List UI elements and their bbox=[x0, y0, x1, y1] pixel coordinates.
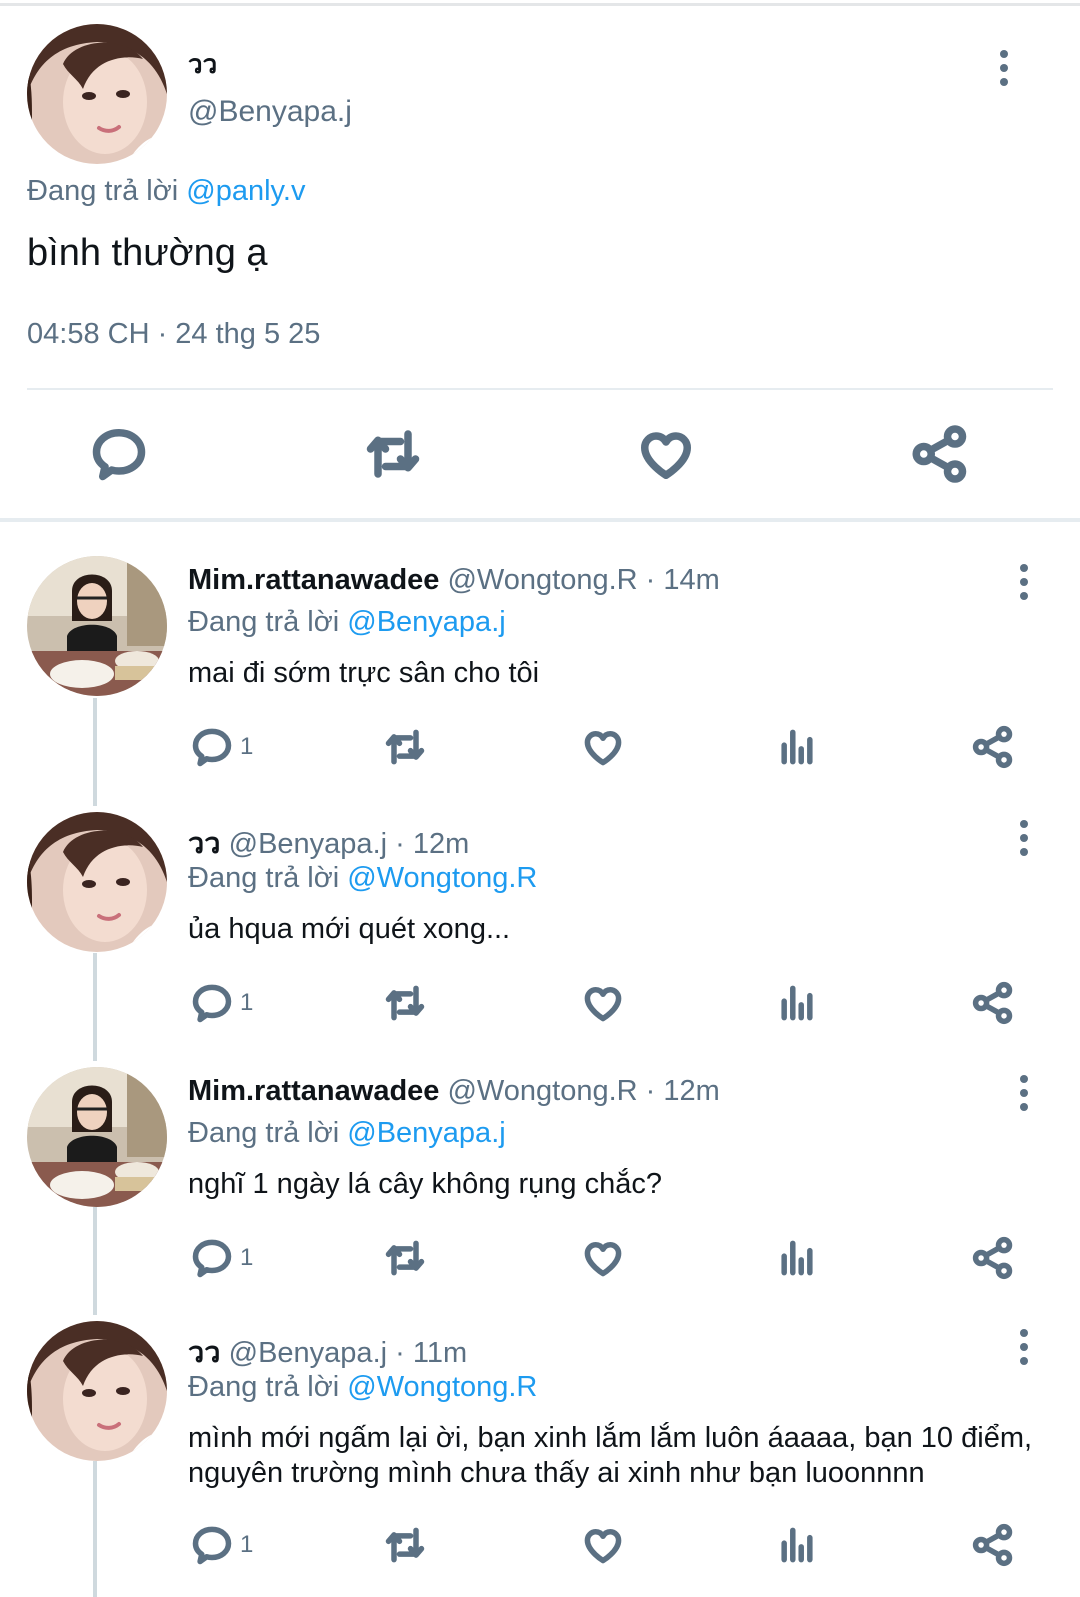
reply-count: 1 bbox=[240, 1531, 254, 1558]
replying-label: Đang trả lời bbox=[188, 1371, 340, 1403]
share-icon[interactable] bbox=[910, 424, 970, 484]
replying-to-link[interactable]: @Wongtong.R bbox=[347, 1371, 537, 1403]
tweet-time: · 14m bbox=[645, 564, 720, 596]
replying-to-link[interactable]: @Benyapa.j bbox=[347, 606, 505, 638]
author-handle[interactable]: @Benyapa.j bbox=[229, 828, 387, 860]
section-separator bbox=[0, 518, 1080, 522]
like-icon[interactable] bbox=[581, 1236, 625, 1280]
more-options-icon[interactable] bbox=[1018, 564, 1030, 600]
reply-count: 1 bbox=[240, 1244, 254, 1271]
author-display-name[interactable]: Mim.rattanawadee bbox=[188, 1075, 439, 1107]
like-icon[interactable] bbox=[581, 981, 625, 1025]
author-handle[interactable]: @Wongtong.R bbox=[447, 564, 637, 596]
reply-count: 1 bbox=[240, 989, 254, 1016]
more-options-icon[interactable] bbox=[1018, 1075, 1030, 1111]
retweet-icon[interactable] bbox=[383, 1523, 427, 1567]
replying-to: Đang trả lời @Wongtong.R bbox=[188, 862, 537, 895]
divider bbox=[27, 388, 1053, 390]
replying-label: Đang trả lời bbox=[188, 1117, 340, 1149]
reply-icon[interactable] bbox=[89, 424, 149, 484]
action-bar: 1 bbox=[0, 1523, 1080, 1573]
tweet-time: · 12m bbox=[645, 1075, 720, 1107]
views-icon[interactable] bbox=[775, 725, 819, 769]
tweet-text: mình mới ngấm lại ời, bạn xinh lắm lắm l… bbox=[188, 1422, 1033, 1489]
share-icon[interactable] bbox=[971, 1236, 1015, 1280]
like-icon[interactable] bbox=[636, 424, 696, 484]
avatar[interactable] bbox=[27, 24, 167, 164]
replying-to-link[interactable]: @Benyapa.j bbox=[347, 1117, 505, 1149]
retweet-icon[interactable] bbox=[363, 424, 423, 484]
share-icon[interactable] bbox=[971, 1523, 1015, 1567]
more-options-icon[interactable] bbox=[998, 50, 1010, 86]
author-display-name[interactable]: วว bbox=[188, 1337, 221, 1369]
replying-label: Đang trả lời bbox=[188, 862, 340, 894]
like-icon[interactable] bbox=[581, 725, 625, 769]
more-options-icon[interactable] bbox=[1018, 1329, 1030, 1365]
share-icon[interactable] bbox=[971, 725, 1015, 769]
tweet-timestamp[interactable]: 04:58 CH · 24 thg 5 25 bbox=[27, 318, 320, 351]
retweet-icon[interactable] bbox=[383, 981, 427, 1025]
avatar[interactable] bbox=[27, 1321, 167, 1461]
replying-to: Đang trả lời @Benyapa.j bbox=[188, 606, 506, 639]
tweet-time: · 11m bbox=[395, 1337, 468, 1369]
author-display-name[interactable]: วว bbox=[188, 44, 217, 85]
more-options-icon[interactable] bbox=[1018, 820, 1030, 856]
replying-to-link[interactable]: @Wongtong.R bbox=[347, 862, 537, 894]
tweet-text: nghĩ 1 ngày lá cây không rụng chắc? bbox=[188, 1168, 662, 1200]
like-icon[interactable] bbox=[581, 1523, 625, 1567]
action-bar: 1 bbox=[0, 725, 1080, 775]
author-display-name[interactable]: Mim.rattanawadee bbox=[188, 564, 439, 596]
tweet-text: bình thường ạ bbox=[27, 232, 268, 274]
reply-icon[interactable] bbox=[190, 725, 234, 769]
reply-count: 1 bbox=[240, 733, 254, 760]
retweet-icon[interactable] bbox=[383, 1236, 427, 1280]
views-icon[interactable] bbox=[775, 1523, 819, 1567]
author-display-name[interactable]: วว bbox=[188, 828, 221, 860]
avatar[interactable] bbox=[27, 812, 167, 952]
replying-to: Đang trả lời @Benyapa.j bbox=[188, 1117, 506, 1150]
reply-icon[interactable] bbox=[190, 1523, 234, 1567]
tweet-time: · 12m bbox=[395, 828, 470, 860]
avatar[interactable] bbox=[27, 1067, 167, 1207]
author-handle[interactable]: @Benyapa.j bbox=[229, 1337, 387, 1369]
replying-to-link[interactable]: @panly.v bbox=[186, 175, 305, 207]
reply-icon[interactable] bbox=[190, 981, 234, 1025]
tweet-text: ủa hqua mới quét xong... bbox=[188, 913, 511, 945]
replying-to: Đang trả lời @panly.v bbox=[27, 175, 305, 208]
views-icon[interactable] bbox=[775, 981, 819, 1025]
top-divider bbox=[0, 3, 1080, 6]
reply-icon[interactable] bbox=[190, 1236, 234, 1280]
views-icon[interactable] bbox=[775, 1236, 819, 1280]
share-icon[interactable] bbox=[971, 981, 1015, 1025]
retweet-icon[interactable] bbox=[383, 725, 427, 769]
author-handle[interactable]: @Benyapa.j bbox=[188, 95, 352, 129]
replying-label: Đang trả lời bbox=[27, 175, 179, 207]
action-bar: 1 bbox=[0, 981, 1080, 1031]
tweet-text: mai đi sớm trực sân cho tôi bbox=[188, 657, 540, 689]
author-handle[interactable]: @Wongtong.R bbox=[447, 1075, 637, 1107]
action-bar: 1 bbox=[0, 1236, 1080, 1286]
replying-to: Đang trả lời @Wongtong.R bbox=[188, 1371, 537, 1404]
avatar[interactable] bbox=[27, 556, 167, 696]
reply-tweet[interactable]: วว @Benyapa.j · 11m Đang trả lời @Wongto… bbox=[0, 1321, 1080, 1521]
replying-label: Đang trả lời bbox=[188, 606, 340, 638]
